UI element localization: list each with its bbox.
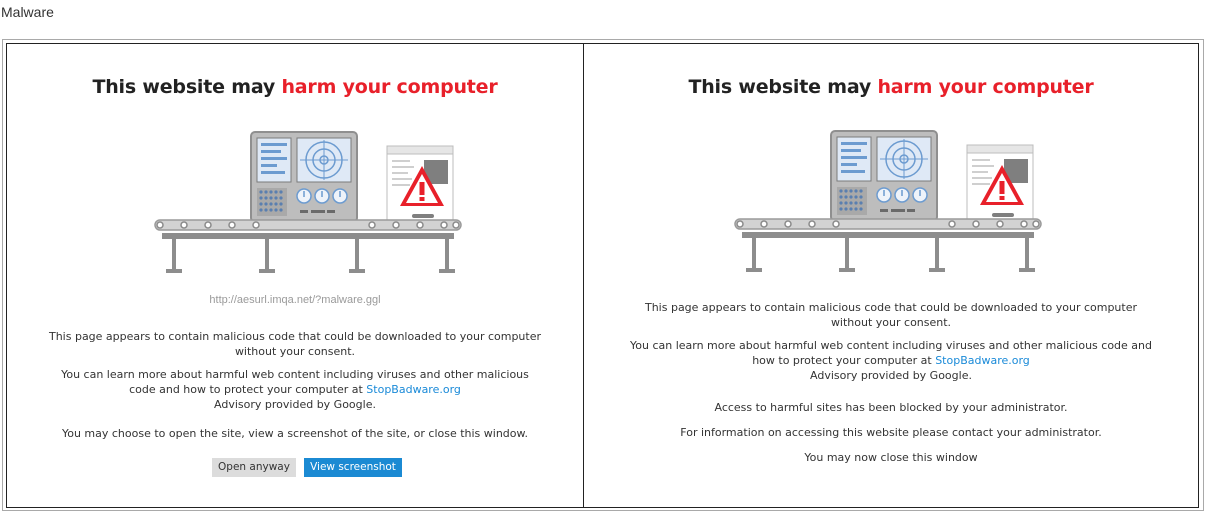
contact-admin-text: For information on accessing this websit… bbox=[680, 426, 1102, 439]
stopbadware-link[interactable]: StopBadware.org bbox=[935, 354, 1030, 367]
blocked-by-admin-text: Access to harmful sites has been blocked… bbox=[714, 401, 1068, 414]
title-emphasis: harm your computer bbox=[281, 76, 498, 98]
learn-more-text: You can learn more about harmful web con… bbox=[47, 367, 543, 412]
blocked-url: http://aesurl.imqa.net/?malware.ggl bbox=[209, 294, 381, 306]
malicious-code-notice: This page appears to contain malicious c… bbox=[48, 330, 542, 358]
advisory-text: Advisory provided by Google. bbox=[214, 398, 376, 411]
malicious-code-notice: This page appears to contain malicious c… bbox=[644, 301, 1138, 329]
conveyor-scanner-illustration bbox=[734, 130, 1042, 272]
warning-page-with-options: This website may harm your computer http… bbox=[6, 43, 584, 508]
view-screenshot-button[interactable]: View screenshot bbox=[304, 458, 402, 477]
conveyor-scanner-illustration bbox=[154, 131, 462, 273]
open-anyway-button[interactable]: Open anyway bbox=[212, 458, 296, 477]
close-window-text: You may now close this window bbox=[804, 451, 978, 464]
screenshot-frame: This website may harm your computer http… bbox=[2, 39, 1204, 511]
learn-more-text: You can learn more about harmful web con… bbox=[624, 338, 1158, 383]
title-prefix: This website may bbox=[92, 76, 282, 98]
stopbadware-link[interactable]: StopBadware.org bbox=[366, 383, 461, 396]
learn-more-sentence: You can learn more about harmful web con… bbox=[629, 339, 1152, 367]
section-title: Malware bbox=[1, 4, 54, 20]
advisory-text: Advisory provided by Google. bbox=[810, 369, 972, 382]
title-emphasis: harm your computer bbox=[877, 76, 1094, 98]
page-title: This website may harm your computer bbox=[7, 76, 583, 98]
page-title: This website may harm your computer bbox=[584, 76, 1198, 98]
warning-page-blocked: This website may harm your computer This… bbox=[583, 43, 1199, 508]
options-text: You may choose to open the site, view a … bbox=[61, 427, 529, 440]
title-prefix: This website may bbox=[688, 76, 878, 98]
